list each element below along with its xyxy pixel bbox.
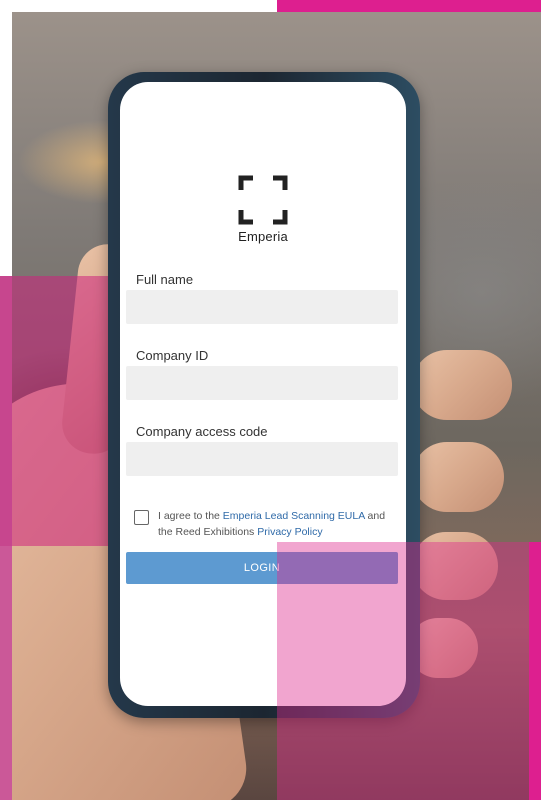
hand-finger <box>412 350 512 420</box>
pink-overlay-left <box>0 276 110 546</box>
access-code-label: Company access code <box>136 424 268 439</box>
full-name-label: Full name <box>136 272 194 287</box>
company-id-input[interactable] <box>126 366 398 400</box>
agreement-text: I agree to the Emperia Lead Scanning EUL… <box>158 508 394 540</box>
pink-accent-bar-right <box>529 542 541 800</box>
agreement-row: I agree to the Emperia Lead Scanning EUL… <box>134 508 394 540</box>
agreement-prefix: I agree to the <box>158 510 223 522</box>
app-logo: Emperia <box>120 174 406 244</box>
emperia-logo-icon <box>238 175 288 225</box>
company-id-label: Company ID <box>136 348 209 363</box>
eula-link[interactable]: Emperia Lead Scanning EULA <box>223 510 365 522</box>
pink-overlay-bottom-right <box>277 542 541 800</box>
pink-accent-bar-top <box>277 0 541 12</box>
full-name-input[interactable] <box>126 290 398 324</box>
agree-checkbox[interactable] <box>134 510 149 525</box>
privacy-policy-link[interactable]: Privacy Policy <box>257 526 322 538</box>
brand-name: Emperia <box>238 229 288 244</box>
access-code-input[interactable] <box>126 442 398 476</box>
hand-finger <box>412 442 504 512</box>
pink-accent-bar-left <box>0 276 12 800</box>
